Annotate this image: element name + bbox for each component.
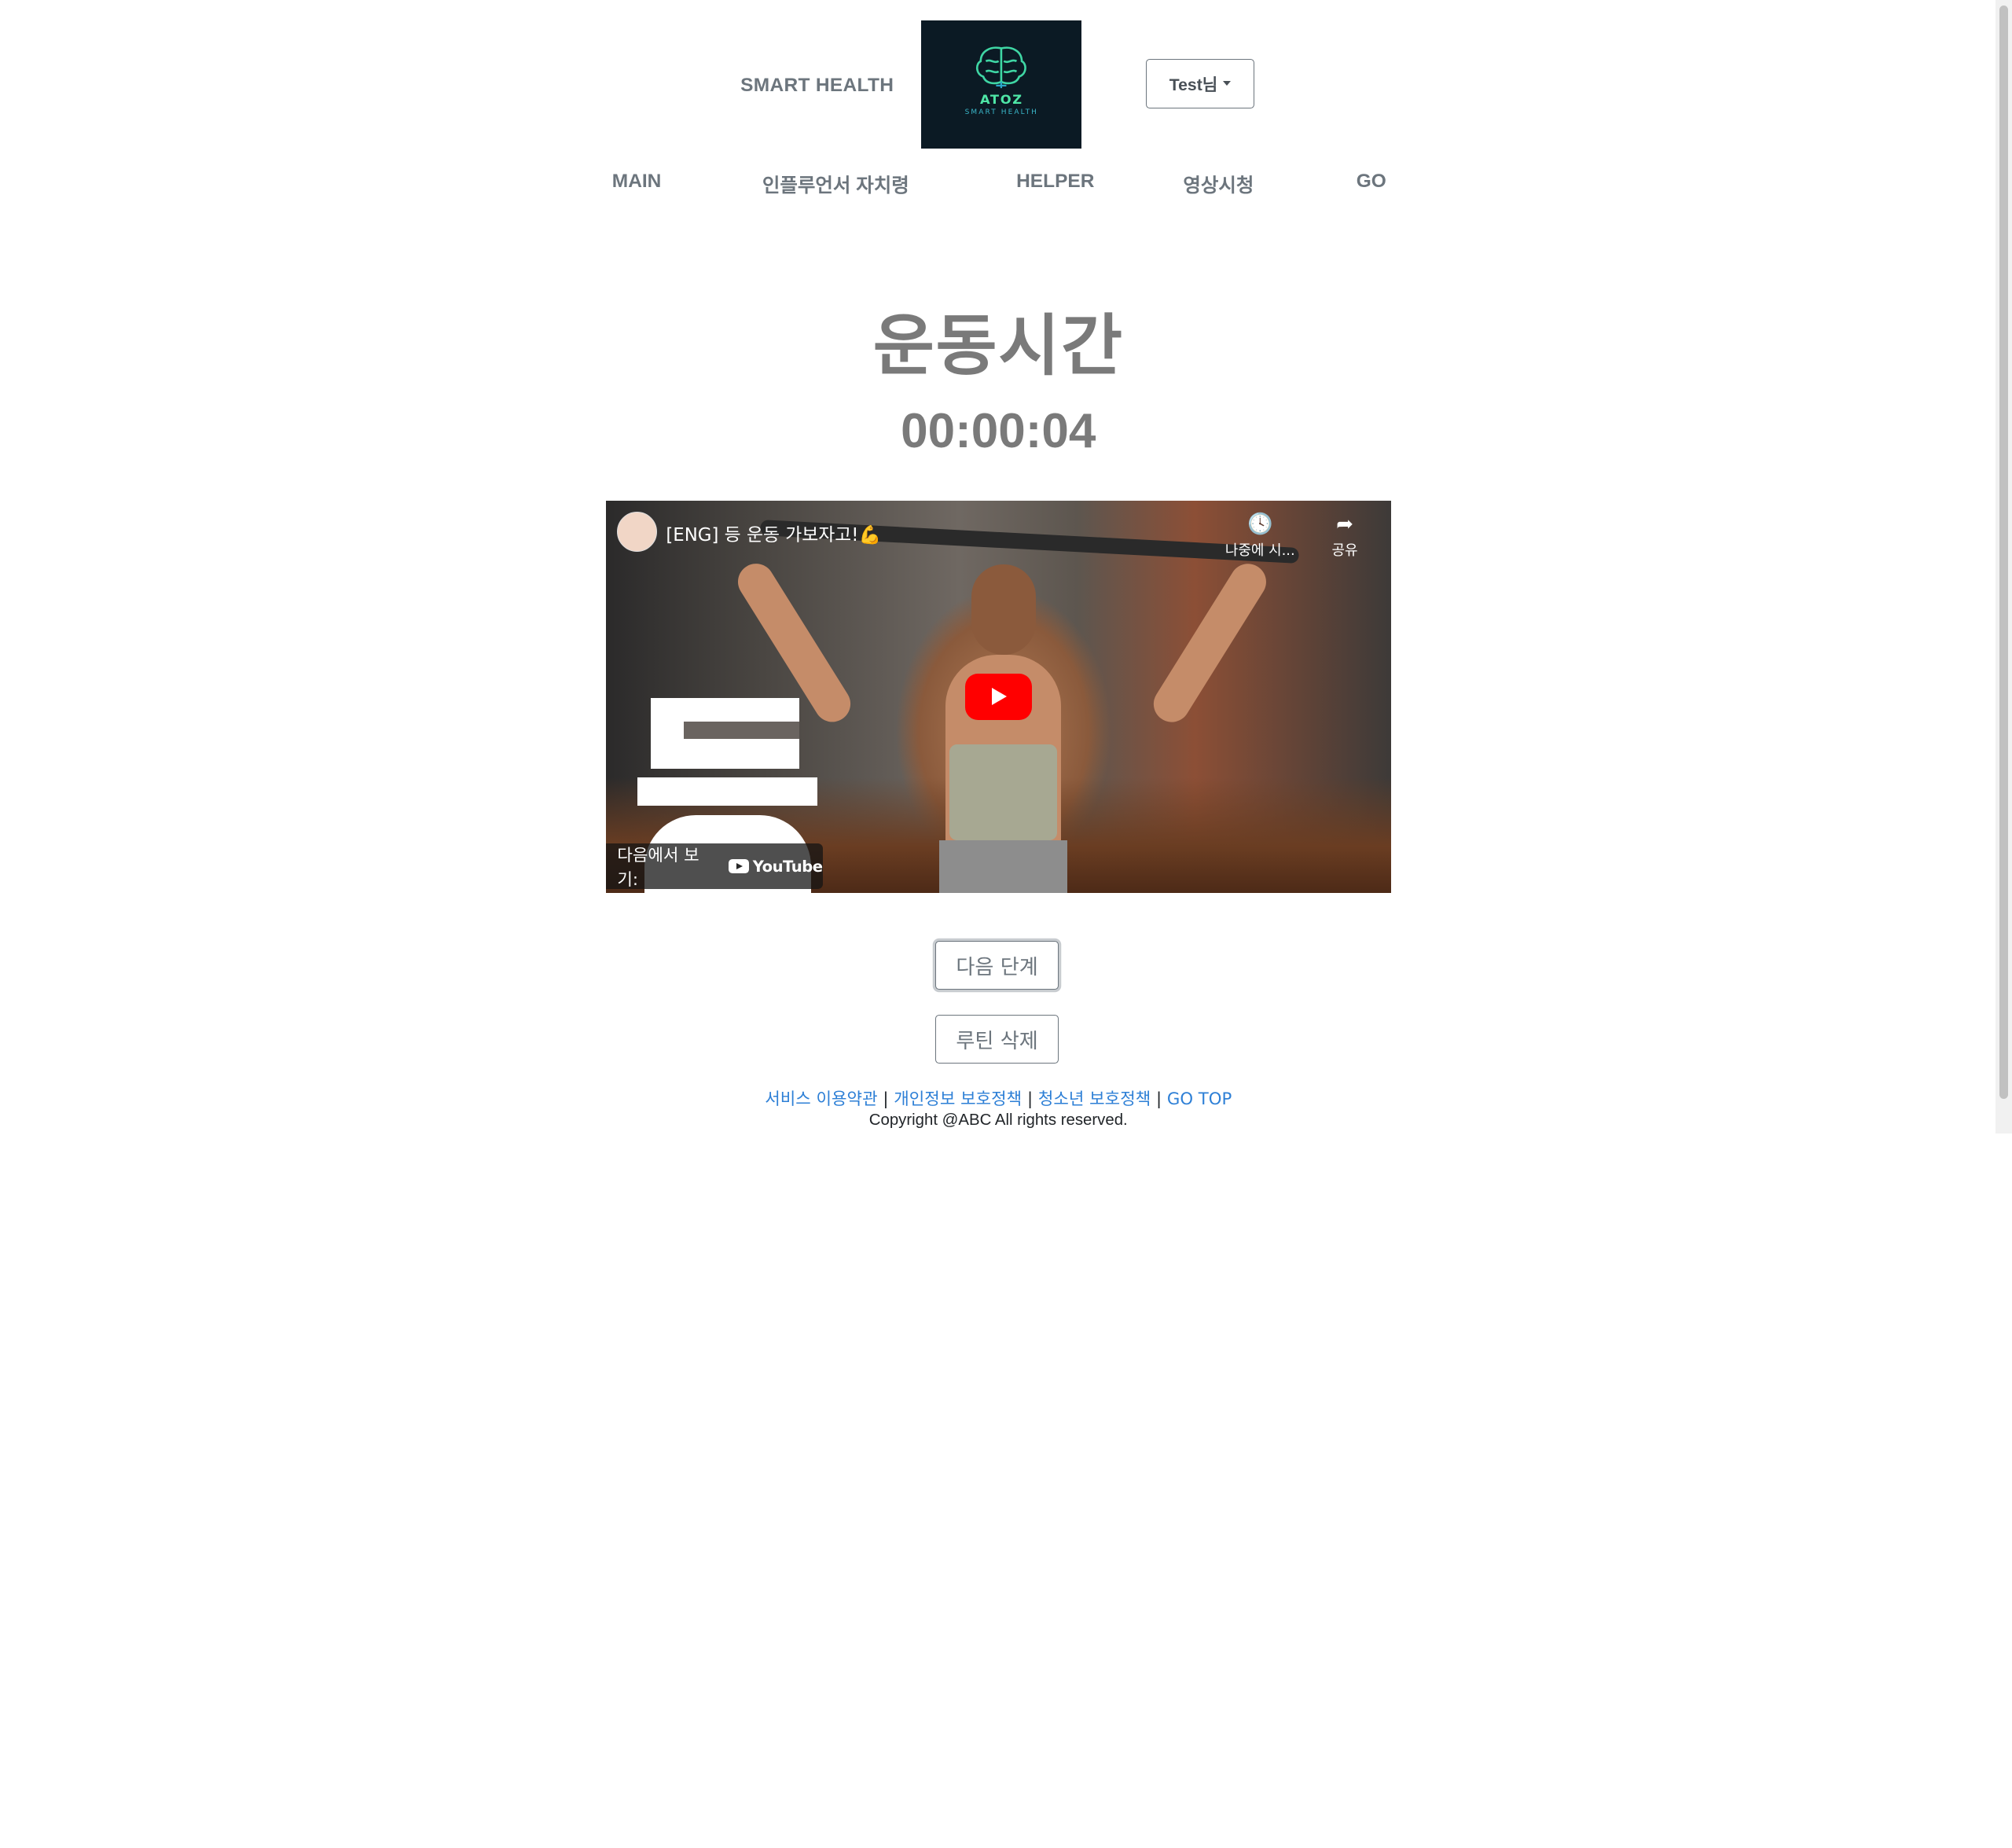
share-label: 공유 [1331,542,1358,559]
clock-icon: 🕓 [1247,513,1273,537]
watch-on-youtube-button[interactable]: 다음에서 보기: YouTube [605,843,823,891]
page: SMART HEALTH ATOZ SMART HEALTH Test님 MAI… [0,0,2012,1848]
youtube-wordmark: YouTube [752,857,823,876]
watch-on-label: 다음에서 보기: [617,846,699,891]
nav-item-influencer[interactable]: 인플루언서 자치령 [762,171,909,198]
play-button[interactable] [964,674,1032,720]
nav-item-helper[interactable]: HELPER [1016,171,1094,193]
logo-subtitle: SMART HEALTH [964,108,1039,116]
share-button[interactable]: ➦ 공유 [1304,513,1386,560]
page-scrollbar[interactable] [1995,0,2012,1133]
footer-link-go-top[interactable]: GO TOP [1167,1089,1232,1109]
copyright: Copyright @ABC All rights reserved. [868,1111,1128,1129]
video-player[interactable]: [ENG] 등 운동 가보자고!💪 🕓 나중에 시... ➦ 공유 다음에서 보… [605,500,1391,894]
footer-separator: | [1026,1089,1034,1110]
footer-separator: | [883,1089,889,1110]
caret-down-icon [1222,81,1231,86]
footer-links: 서비스 이용약관 | 개인정보 보호정책 | 청소년 보호정책 | GO TOP [0,1086,1996,1110]
brand-text[interactable]: SMART HEALTH [740,75,894,97]
workout-timer: 00:00:04 [901,403,1096,458]
logo-title: ATOZ [979,91,1023,107]
youtube-play-icon [728,859,749,874]
nav-item-video[interactable]: 영상시청 [1183,171,1254,198]
scrollbar-thumb[interactable] [1999,5,2009,1099]
page-title: 운동시간 [872,307,1124,386]
watch-later-label: 나중에 시... [1224,542,1295,559]
delete-routine-button[interactable]: 루틴 삭제 [935,1015,1059,1064]
main-nav: MAIN 인플루언서 자치령 HELPER 영상시청 GO [0,171,2012,199]
next-step-button[interactable]: 다음 단계 [935,940,1059,990]
user-menu-label: Test님 [1169,75,1218,94]
footer-link-terms[interactable]: 서비스 이용약관 [765,1089,877,1109]
footer-separator: | [1156,1089,1162,1110]
nav-item-main[interactable]: MAIN [612,171,662,193]
brain-icon [976,46,1027,89]
youtube-logo: YouTube [728,857,823,876]
share-icon: ➦ [1336,513,1353,537]
footer-link-youth[interactable]: 청소년 보호정책 [1038,1089,1151,1109]
user-menu-dropdown[interactable]: Test님 [1146,59,1254,108]
video-title[interactable]: [ENG] 등 운동 가보자고!💪 [666,520,881,546]
footer-link-privacy[interactable]: 개인정보 보호정책 [894,1089,1022,1109]
watch-later-button[interactable]: 🕓 나중에 시... [1219,513,1301,560]
site-logo[interactable]: ATOZ SMART HEALTH [921,20,1082,149]
nav-item-go[interactable]: GO [1357,171,1386,193]
